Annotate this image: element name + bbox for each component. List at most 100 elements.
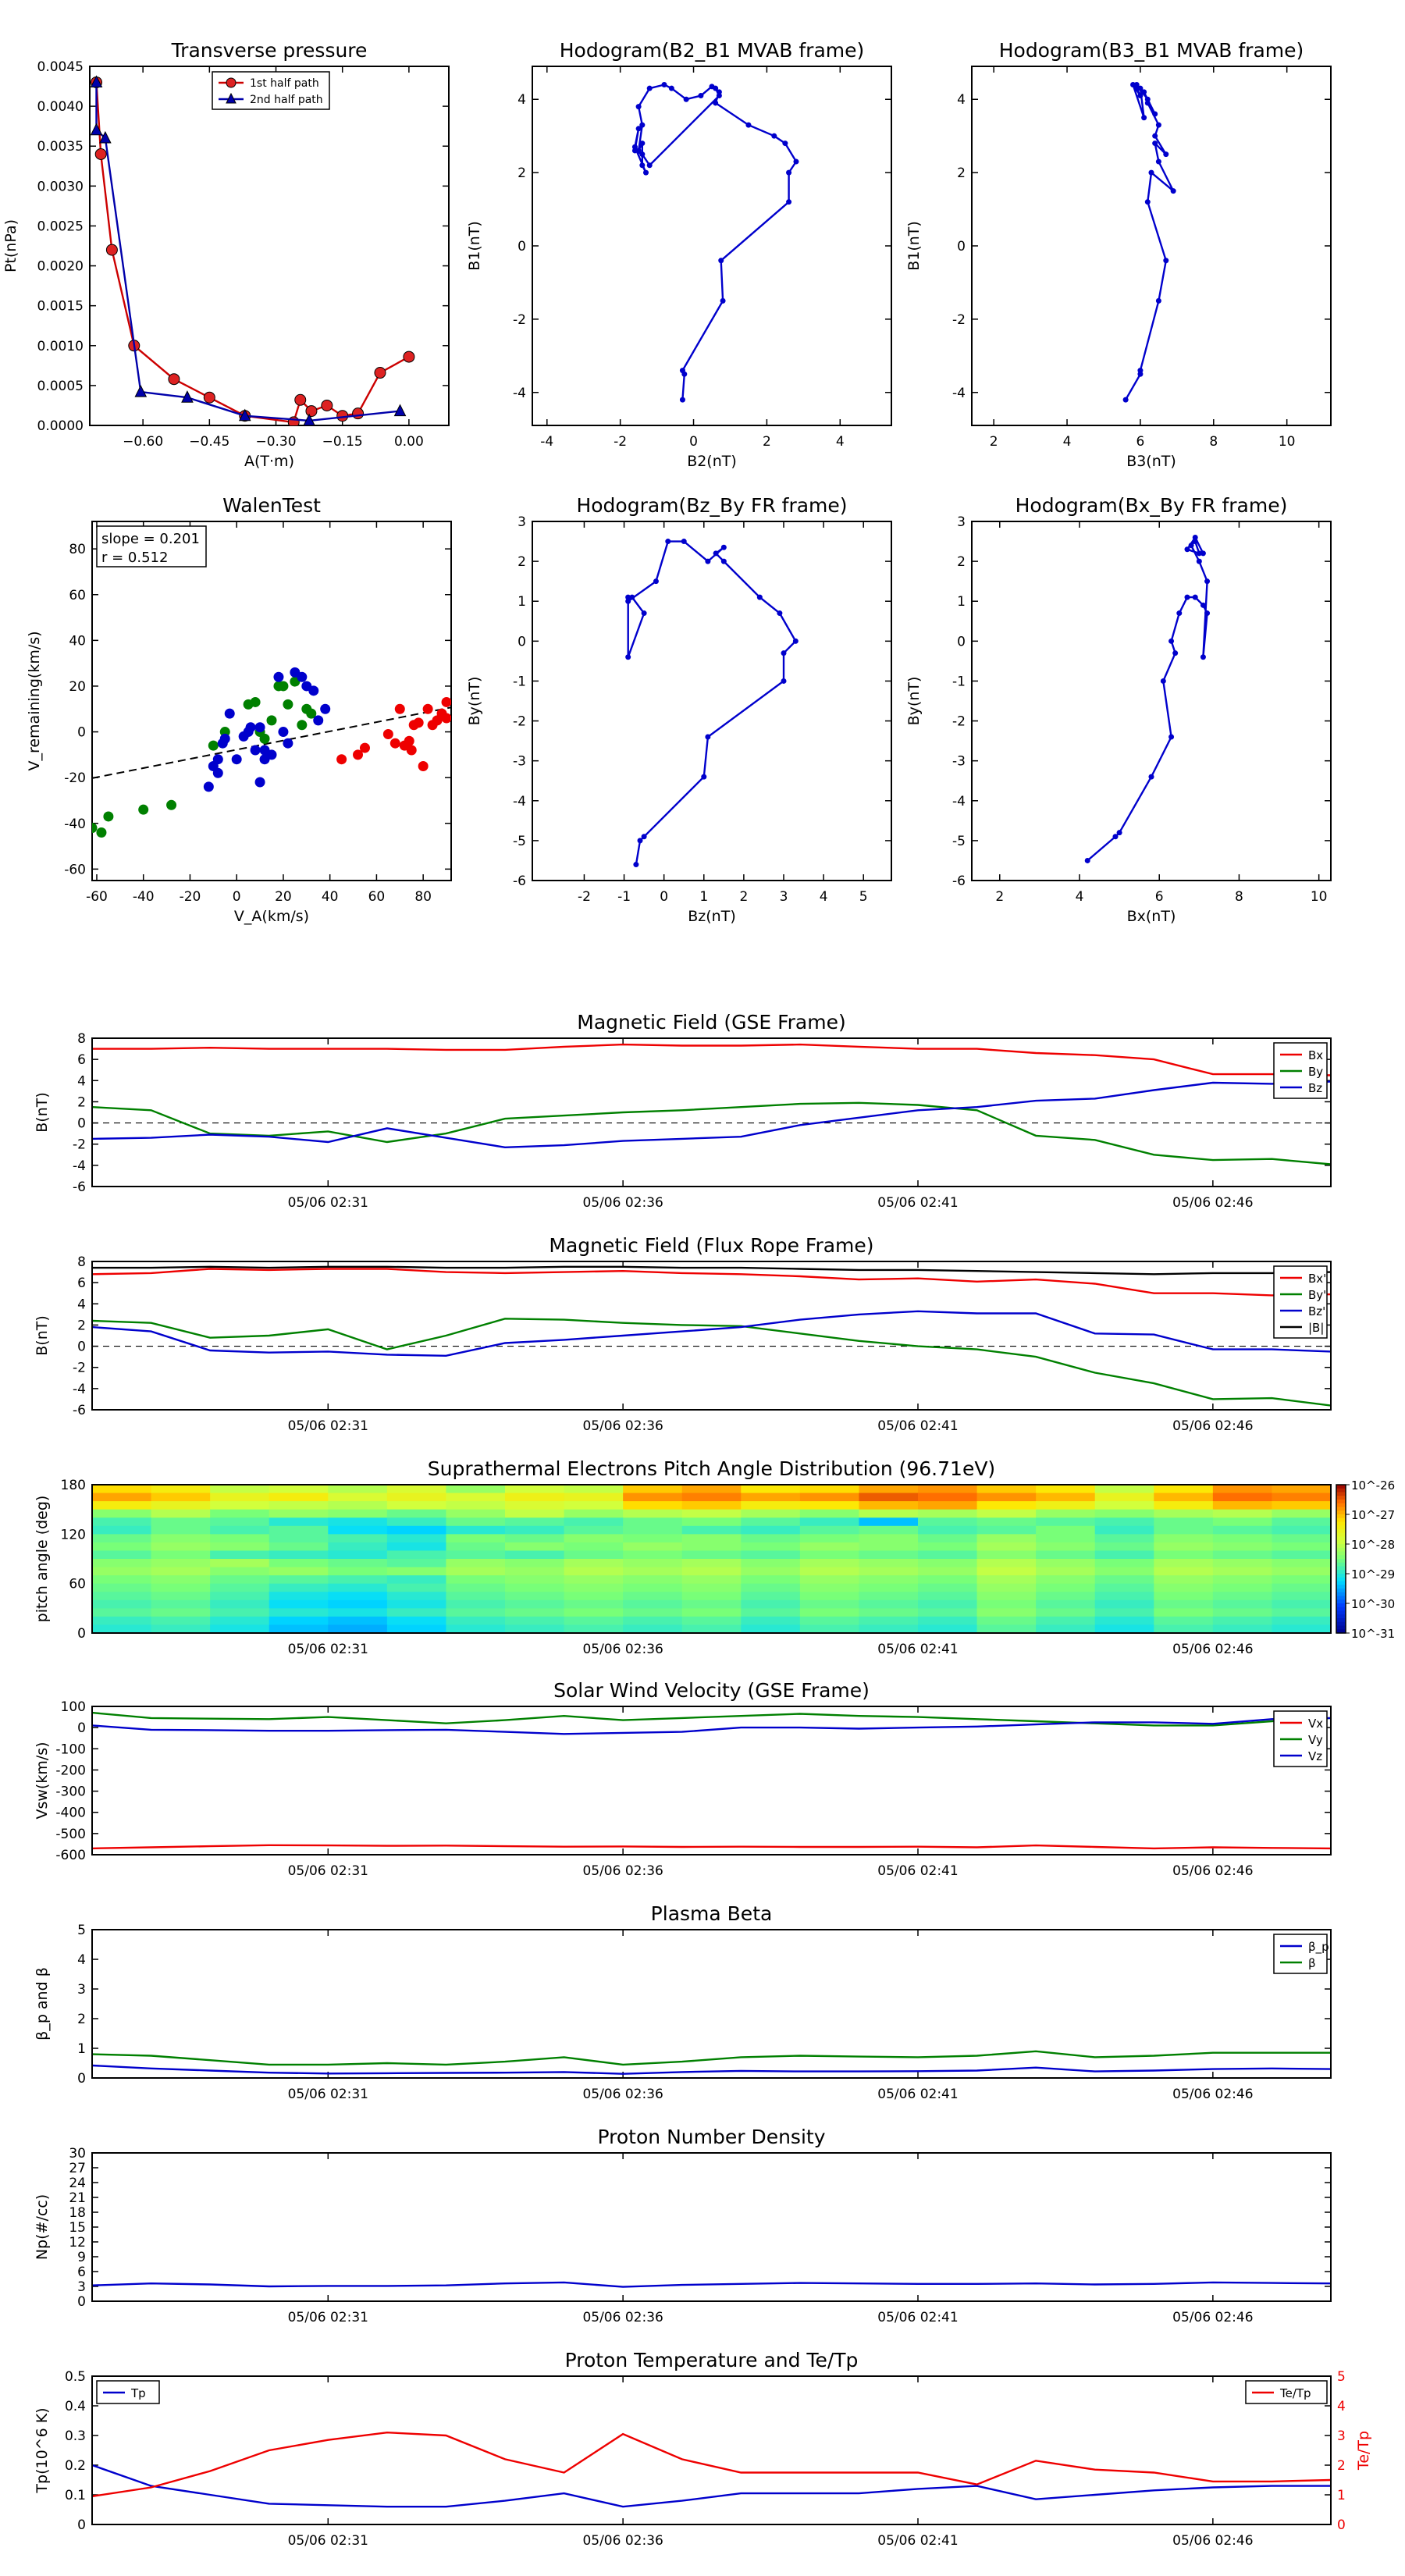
plot-area	[92, 1711, 1331, 1850]
heatmap-cell	[446, 1624, 506, 1633]
x-tick-label: -20	[180, 889, 201, 905]
data-point	[203, 391, 215, 404]
data-point	[224, 708, 235, 719]
heatmap-cell	[151, 1525, 211, 1535]
heatmap-cell	[976, 1542, 1037, 1552]
y-tick-label: -20	[64, 770, 86, 786]
heatmap-cell	[1154, 1517, 1214, 1527]
heatmap-cell	[505, 1624, 565, 1633]
annotation-box: slope = 0.201 r = 0.512	[96, 525, 207, 568]
y-tick-label: 0.0025	[37, 219, 84, 234]
y-tick-label: -200	[55, 1763, 86, 1778]
heatmap-cell	[741, 1517, 801, 1527]
heatmap-cell	[386, 1608, 447, 1617]
heatmap-cell	[210, 1559, 270, 1568]
heatmap-cell	[623, 1624, 683, 1633]
y-tick-label: 27	[69, 2161, 86, 2176]
heatmap-cell	[269, 1559, 329, 1568]
data-point	[1084, 857, 1090, 863]
plot-frame	[91, 2375, 1332, 2525]
x-tick-label: 05/06 02:46	[1172, 1863, 1253, 1879]
heatmap-cell	[328, 1592, 388, 1601]
heatmap-cell	[741, 1583, 801, 1592]
heatmap-cell	[564, 1550, 624, 1560]
y-axis-label: By(nT)	[466, 677, 483, 726]
legend: Te/Tp	[1245, 2380, 1328, 2404]
heatmap-cell	[505, 1616, 565, 1626]
heatmap-cell	[446, 1525, 506, 1535]
colorbar-step	[1336, 1606, 1346, 1612]
panel-temperature: Proton Temperature and Te/Tp 0 0.1 0.2 0.3 0.…	[34, 2349, 1372, 2549]
legend-label: By	[1308, 1065, 1323, 1079]
heatmap-cell	[1094, 1559, 1154, 1568]
heatmap-cell	[92, 1485, 152, 1494]
y-axis-label: pitch angle (deg)	[34, 1496, 51, 1623]
x-tick-label: 05/06 02:46	[1172, 1418, 1253, 1434]
heatmap-cell	[446, 1599, 506, 1609]
heatmap-cell	[1272, 1542, 1331, 1552]
series-line-Bz'	[92, 1310, 1331, 1357]
y2-tick-label: 5	[1337, 2369, 1346, 2385]
series-line-Vx	[92, 1844, 1331, 1850]
data-point	[1196, 558, 1202, 564]
chart-title: Magnetic Field (Flux Rope Frame)	[549, 1234, 873, 1257]
data-point	[635, 104, 642, 110]
data-point	[633, 862, 639, 868]
x-tick-label: 3	[780, 889, 788, 905]
heatmap-cell	[505, 1485, 565, 1494]
heatmap-cell	[1154, 1599, 1214, 1609]
data-point	[720, 544, 727, 550]
chart-title: Hodogram(B2_B1 MVAB frame)	[560, 39, 865, 62]
data-point	[781, 678, 787, 684]
heatmap-cell	[92, 1575, 152, 1585]
colorbar-step	[1336, 1618, 1346, 1623]
heatmap-cell	[1154, 1493, 1214, 1502]
heatmap-cell	[741, 1567, 801, 1576]
x-tick-label: 05/06 02:41	[877, 2087, 958, 2102]
data-point	[1168, 734, 1175, 740]
x-tick-label: 05/06 02:36	[582, 1863, 663, 1879]
x-tick-label: 05/06 02:36	[582, 1195, 663, 1211]
heatmap-cell	[918, 1616, 978, 1626]
panel-mag_fr: Magnetic Field (Flux Rope Frame) -6 -4 -2 0 2…	[34, 1234, 1332, 1434]
data-point	[792, 638, 799, 644]
heatmap-cell	[1212, 1575, 1273, 1585]
colorbar-step	[1336, 1599, 1346, 1604]
heatmap-cell	[859, 1559, 919, 1568]
data-point	[1200, 550, 1206, 557]
heatmap-cell	[328, 1559, 388, 1568]
heatmap-cell	[505, 1608, 565, 1617]
y-axis-label: B1(nT)	[466, 221, 483, 271]
chart-title: Hodogram(Bz_By FR frame)	[576, 494, 847, 517]
x-tick-label: 6	[1155, 889, 1164, 905]
heatmap-cell	[1212, 1550, 1273, 1560]
data-point	[713, 100, 719, 106]
heatmap-cell	[1272, 1525, 1331, 1535]
y-tick-label: 2	[77, 2012, 86, 2027]
heatmap-cell	[386, 1525, 447, 1535]
legend-label: Te/Tp	[1279, 2386, 1311, 2400]
y-tick-label: 4	[77, 1297, 86, 1312]
y-tick-label: 60	[69, 1577, 86, 1592]
heatmap-cell	[328, 1624, 388, 1633]
data-point	[212, 767, 223, 778]
data-point	[713, 85, 719, 91]
heatmap-cell	[92, 1616, 152, 1626]
y-axis-label: B(nT)	[34, 1315, 51, 1356]
heatmap-cell	[681, 1599, 742, 1609]
data-point	[134, 384, 148, 397]
y-tick-label: 180	[61, 1478, 86, 1493]
heatmap-cell	[681, 1624, 742, 1633]
heatmap-cell	[328, 1542, 388, 1552]
data-point	[1184, 546, 1190, 553]
heatmap-cell	[681, 1550, 742, 1560]
series-line-β	[92, 2050, 1331, 2066]
heatmap-cell	[1212, 1592, 1273, 1601]
heatmap-cell	[210, 1485, 270, 1494]
heatmap-cell	[623, 1592, 683, 1601]
heatmap-cell	[505, 1493, 565, 1502]
x-tick-label: 1	[699, 889, 708, 905]
heatmap-cell	[269, 1542, 329, 1552]
y-tick-label: 12	[69, 2235, 86, 2250]
heatmap-cell	[1036, 1501, 1096, 1510]
